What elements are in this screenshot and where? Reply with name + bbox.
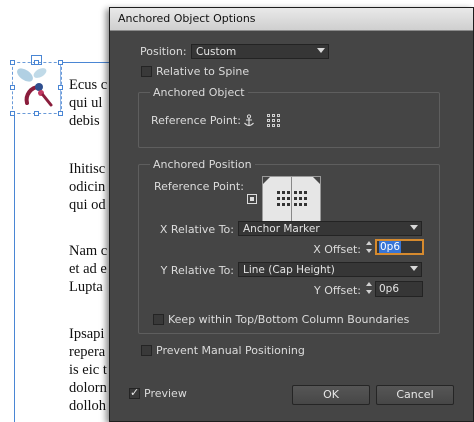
paragraph-line: Nam c xyxy=(69,243,108,259)
x-relative-to-dropdown[interactable]: Anchor Marker xyxy=(238,221,422,236)
y-relative-to-dropdown[interactable]: Line (Cap Height) xyxy=(238,262,422,277)
anchored-object-group-title: Anchored Object xyxy=(150,86,248,99)
paragraph-line: is eic t xyxy=(69,362,107,378)
x-offset-value: 0p6 xyxy=(379,241,402,253)
y-relative-to-value: Line (Cap Height) xyxy=(243,264,335,276)
chevron-down-icon xyxy=(410,225,418,230)
position-label: Position: xyxy=(140,45,187,58)
paragraph-line: debis xyxy=(69,113,100,129)
x-offset-stepper[interactable] xyxy=(365,240,374,256)
frame-handle-ml[interactable] xyxy=(10,85,15,90)
text-frame-left-guide xyxy=(14,114,15,422)
prevent-manual-positioning-checkbox[interactable] xyxy=(141,345,152,356)
stepper-down-icon[interactable] xyxy=(366,249,372,253)
frame-handle-tr[interactable] xyxy=(58,60,63,65)
y-offset-stepper[interactable] xyxy=(365,281,374,297)
paragraph-line: Ipsapi xyxy=(69,326,105,342)
frame-handle-tm[interactable] xyxy=(34,60,39,65)
paragraph-line: odicin xyxy=(69,179,106,195)
object-reference-point-label: Reference Point: xyxy=(151,114,241,127)
paragraph-line: qui ul xyxy=(69,95,103,111)
relative-to-spine-checkbox[interactable] xyxy=(141,66,152,77)
paragraph-line: dolloh xyxy=(69,398,107,414)
keep-within-checkbox[interactable] xyxy=(153,314,164,325)
preview-checkbox[interactable] xyxy=(129,386,140,399)
stepper-up-icon[interactable] xyxy=(366,282,372,286)
chevron-down-icon xyxy=(410,266,418,271)
dragonfly-icon xyxy=(17,68,53,107)
prevent-manual-positioning-label: Prevent Manual Positioning xyxy=(156,344,305,357)
paragraph-line: Lupta xyxy=(69,279,103,295)
paragraph-line: qui od xyxy=(69,197,106,213)
cancel-button[interactable]: Cancel xyxy=(376,385,454,405)
paragraph-line: dolorn xyxy=(69,380,107,396)
x-offset-label: X Offset: xyxy=(313,243,361,256)
frame-handle-bl[interactable] xyxy=(10,111,15,116)
position-dropdown-value: Custom xyxy=(196,46,237,58)
preview-label: Preview xyxy=(144,387,187,400)
dialog-titlebar[interactable]: Anchored Object Options xyxy=(110,8,473,31)
paragraph-line: Ihitisc xyxy=(69,161,106,177)
anchored-object-options-dialog: Anchored Object Options Position: Custom… xyxy=(109,7,474,422)
y-relative-to-label: Y Relative To: xyxy=(160,264,234,277)
anchored-graphic-frame[interactable] xyxy=(12,62,62,114)
object-reference-point-grid[interactable] xyxy=(267,114,281,128)
stepper-up-icon[interactable] xyxy=(366,241,372,245)
y-offset-label: Y Offset: xyxy=(314,284,361,297)
x-relative-to-label: X Relative To: xyxy=(159,223,234,236)
x-offset-field[interactable]: 0p6 xyxy=(375,239,424,255)
paragraph-line: Ecus c xyxy=(69,77,108,93)
page-spread-reference-icon[interactable] xyxy=(262,176,321,222)
x-relative-to-value: Anchor Marker xyxy=(243,223,320,235)
paragraph-line: repera xyxy=(69,344,106,360)
text-frame-top-guide xyxy=(60,62,112,63)
position-reference-point-label: Reference Point: xyxy=(154,180,244,193)
dialog-title: Anchored Object Options xyxy=(118,12,256,25)
reference-point-toggle-icon[interactable] xyxy=(247,194,257,204)
y-offset-value: 0p6 xyxy=(379,283,400,295)
frame-handle-tl[interactable] xyxy=(10,60,15,65)
ok-button[interactable]: OK xyxy=(292,385,370,405)
frame-handle-bm[interactable] xyxy=(34,111,39,116)
frame-handle-mr[interactable] xyxy=(58,85,63,90)
paragraph-line: et ad e xyxy=(69,261,107,277)
anchored-position-group-title: Anchored Position xyxy=(150,158,255,171)
chevron-down-icon xyxy=(317,48,325,53)
anchor-icon xyxy=(244,114,254,127)
y-offset-field[interactable]: 0p6 xyxy=(375,281,423,297)
reference-point-proxy xyxy=(263,177,320,206)
relative-to-spine-label: Relative to Spine xyxy=(156,65,250,78)
stepper-down-icon[interactable] xyxy=(366,290,372,294)
position-dropdown[interactable]: Custom xyxy=(191,44,329,59)
keep-within-label: Keep within Top/Bottom Column Boundaries xyxy=(168,313,410,326)
frame-handle-br[interactable] xyxy=(58,111,63,116)
